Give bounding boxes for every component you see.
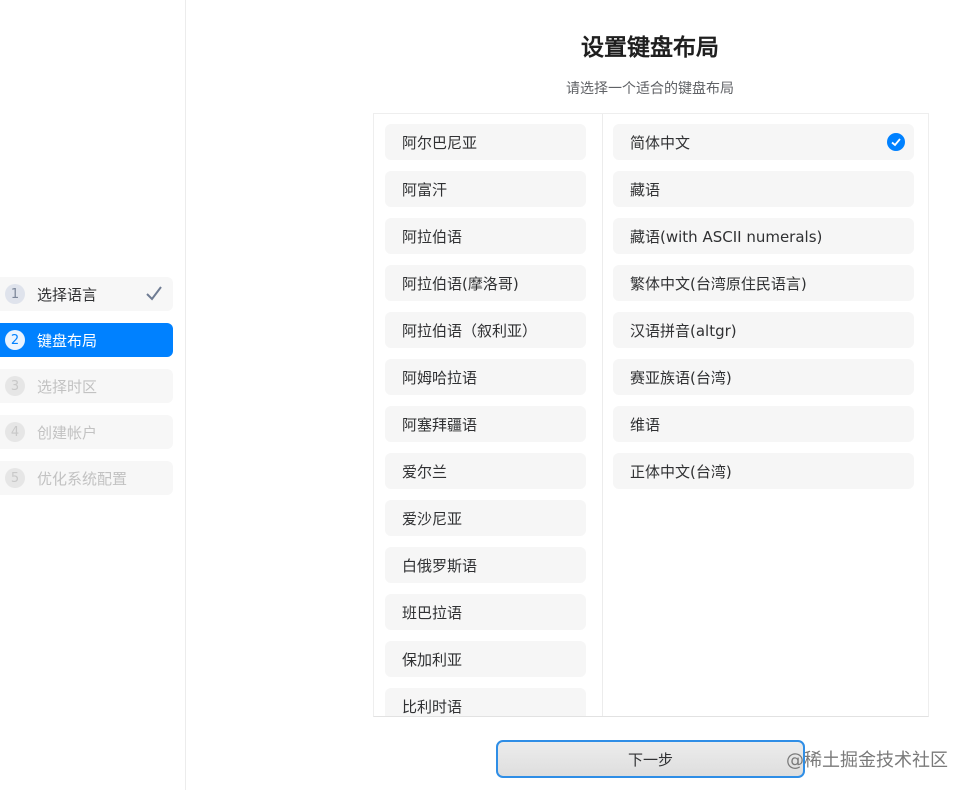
layout-item[interactable]: 阿拉伯语 bbox=[385, 218, 586, 254]
page-title: 设置键盘布局 bbox=[581, 35, 719, 61]
layout-list[interactable]: 阿尔巴尼亚 阿富汗 阿拉伯语 阿拉伯语(摩洛哥) 阿拉伯语（叙利亚） 阿姆哈拉语… bbox=[385, 124, 586, 716]
selected-check-icon bbox=[887, 133, 905, 151]
layout-item[interactable]: 阿姆哈拉语 bbox=[385, 359, 586, 395]
step-number: 3 bbox=[5, 376, 25, 396]
step-select-language[interactable]: 1 选择语言 bbox=[0, 277, 173, 311]
watermark: @稀土掘金技术社区 bbox=[786, 750, 948, 771]
step-optimize-config[interactable]: 5 优化系统配置 bbox=[0, 461, 173, 495]
variant-item[interactable]: 汉语拼音(altgr) bbox=[613, 312, 914, 348]
layout-item[interactable]: 保加利亚 bbox=[385, 641, 586, 677]
layout-item[interactable]: 爱沙尼亚 bbox=[385, 500, 586, 536]
step-keyboard-layout[interactable]: 2 键盘布局 bbox=[0, 323, 173, 357]
variant-item[interactable]: 藏语 bbox=[613, 171, 914, 207]
step-number: 2 bbox=[5, 330, 25, 350]
variant-item[interactable]: 维语 bbox=[613, 406, 914, 442]
layout-item[interactable]: 白俄罗斯语 bbox=[385, 547, 586, 583]
variant-item-selected[interactable]: 简体中文 bbox=[613, 124, 914, 160]
layout-item[interactable]: 爱尔兰 bbox=[385, 453, 586, 489]
page-subtitle: 请选择一个适合的键盘布局 bbox=[566, 81, 734, 97]
column-divider bbox=[602, 114, 603, 716]
layout-item[interactable]: 阿拉伯语(摩洛哥) bbox=[385, 265, 586, 301]
variant-item[interactable]: 藏语(with ASCII numerals) bbox=[613, 218, 914, 254]
layout-item[interactable]: 阿富汗 bbox=[385, 171, 586, 207]
step-label: 选择时区 bbox=[37, 377, 98, 396]
step-number: 1 bbox=[5, 284, 25, 304]
step-sidebar: 1 选择语言 2 键盘布局 3 选择时区 4 创建帐户 5 优化系统配置 bbox=[0, 0, 186, 790]
step-select-timezone[interactable]: 3 选择时区 bbox=[0, 369, 173, 403]
step-create-account[interactable]: 4 创建帐户 bbox=[0, 415, 173, 449]
step-label: 键盘布局 bbox=[37, 331, 98, 350]
step-label: 优化系统配置 bbox=[37, 469, 128, 488]
variant-label: 简体中文 bbox=[630, 133, 691, 152]
checkmark-icon bbox=[146, 286, 162, 301]
variant-item[interactable]: 正体中文(台湾) bbox=[613, 453, 914, 489]
variant-item[interactable]: 繁体中文(台湾原住民语言) bbox=[613, 265, 914, 301]
layout-item[interactable]: 班巴拉语 bbox=[385, 594, 586, 630]
layout-item[interactable]: 阿塞拜疆语 bbox=[385, 406, 586, 442]
layout-item[interactable]: 阿拉伯语（叙利亚） bbox=[385, 312, 586, 348]
next-button[interactable]: 下一步 bbox=[496, 740, 805, 778]
layout-item[interactable]: 比利时语 bbox=[385, 688, 586, 716]
step-number: 4 bbox=[5, 422, 25, 442]
step-number: 5 bbox=[5, 468, 25, 488]
variant-item[interactable]: 赛亚族语(台湾) bbox=[613, 359, 914, 395]
variant-list[interactable]: 简体中文 藏语 藏语(with ASCII numerals) 繁体中文(台湾原… bbox=[613, 124, 914, 500]
layout-selector: 阿尔巴尼亚 阿富汗 阿拉伯语 阿拉伯语(摩洛哥) 阿拉伯语（叙利亚） 阿姆哈拉语… bbox=[373, 113, 929, 717]
layout-item[interactable]: 阿尔巴尼亚 bbox=[385, 124, 586, 160]
step-label: 选择语言 bbox=[37, 285, 98, 304]
step-label: 创建帐户 bbox=[37, 423, 98, 442]
